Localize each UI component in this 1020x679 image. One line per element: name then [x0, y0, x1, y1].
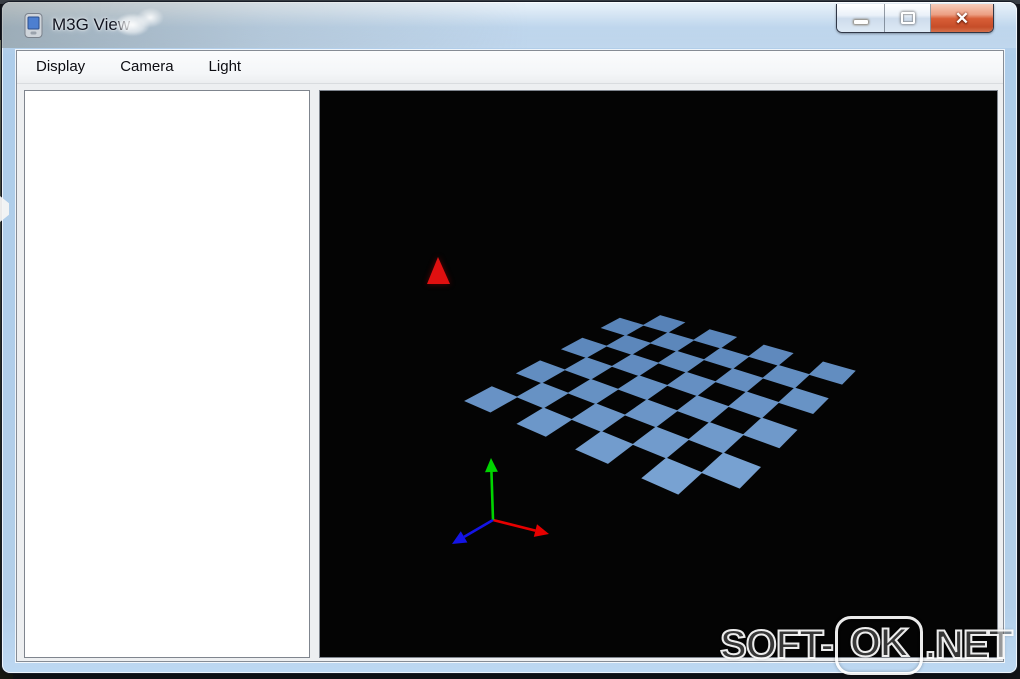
menu-item-display[interactable]: Display [25, 51, 96, 83]
axis-x-arrowhead [533, 524, 549, 537]
checker-cell [516, 407, 573, 437]
checker-cell [632, 426, 690, 459]
checker-cell [777, 387, 829, 415]
checker-cell [563, 357, 613, 380]
close-icon: ✕ [954, 8, 970, 28]
checker-cell [703, 347, 750, 370]
checker-cell [600, 317, 645, 336]
checker-cell [649, 332, 695, 352]
checker-cell [742, 417, 798, 449]
menu-item-light[interactable]: Light [198, 51, 253, 83]
checker-cell [516, 382, 570, 409]
axis-z-line [463, 518, 494, 539]
checker-cell [605, 334, 652, 355]
title-bar[interactable]: M3G View ✕ [2, 2, 1017, 48]
checker-cell [624, 399, 679, 428]
checker-cell [666, 371, 717, 397]
axis-y-line [490, 471, 495, 521]
maximize-button[interactable] [885, 4, 931, 32]
checker-cell [567, 378, 619, 405]
minimize-icon [853, 20, 868, 24]
screenshot-stage: M3G View ✕ Display Camera Light SOFT- OK… [0, 0, 1020, 679]
checker-cell [762, 364, 811, 389]
checker-cell [701, 452, 762, 489]
checker-cell [570, 403, 626, 432]
pda-phone-icon [24, 13, 43, 38]
maximize-icon [900, 12, 915, 24]
app-window: M3G View ✕ Display Camera Light [2, 2, 1017, 673]
menu-bar: Display Camera Light [17, 51, 1003, 84]
client-area: Display Camera Light [16, 50, 1004, 662]
scene-tree-panel[interactable] [24, 90, 310, 658]
close-button[interactable]: ✕ [931, 4, 993, 32]
checker-cell [676, 395, 730, 423]
checker-cell [515, 360, 566, 384]
checker-cell [692, 329, 738, 349]
caption-button-group: ✕ [836, 4, 994, 33]
axis-x-line [492, 518, 536, 532]
checker-cell [714, 368, 764, 393]
checker-cell [747, 344, 794, 366]
checker-cell [464, 386, 518, 413]
minimize-button[interactable] [837, 4, 885, 32]
checker-cell [560, 337, 608, 359]
scene-canvas [427, 257, 856, 544]
window-title: M3G View [52, 15, 131, 34]
axis-y-arrowhead [485, 458, 498, 473]
viewport-3d[interactable] [319, 90, 998, 658]
checker-cell [687, 421, 745, 454]
checker-cell [808, 361, 856, 385]
checker-cell [617, 375, 669, 401]
checker-cell [657, 350, 705, 373]
checker-cell [641, 457, 703, 495]
checker-cell [611, 353, 660, 377]
checker-cell [642, 315, 686, 333]
checker-cell [575, 431, 634, 464]
light-marker-triangle [427, 257, 450, 284]
checker-cell [727, 391, 780, 419]
menu-item-camera[interactable]: Camera [109, 51, 184, 83]
